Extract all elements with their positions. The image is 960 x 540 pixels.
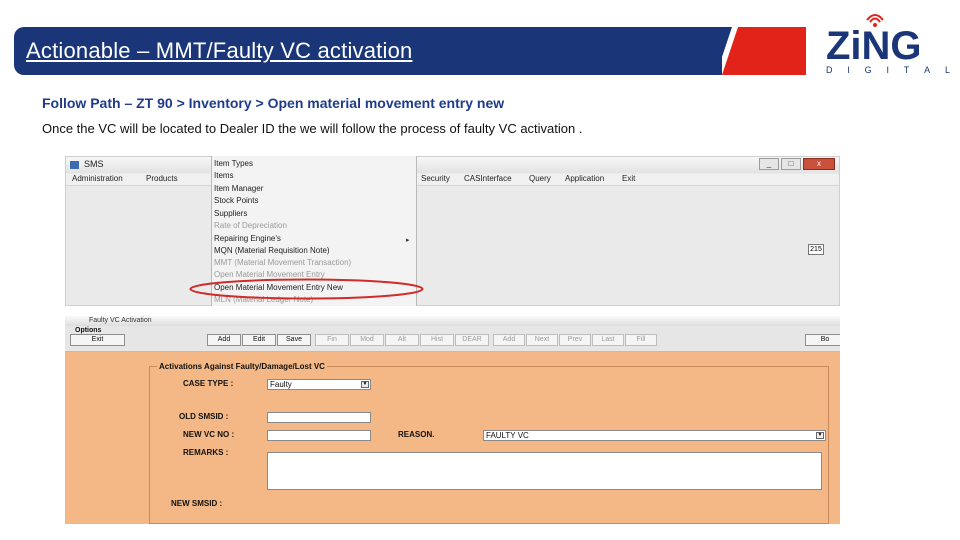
activation-form-box (149, 366, 829, 524)
faulty-vc-window-screenshot: Faulty VC Activation Options Exit Add Ed… (65, 316, 840, 524)
hist-button: Hist (420, 334, 454, 346)
app-icon (70, 161, 79, 169)
maximize-button[interactable]: □ (781, 158, 801, 170)
dropdown-item[interactable]: Suppliers (214, 209, 247, 218)
faulty-vc-window-title: Faulty VC Activation (89, 317, 152, 324)
case-type-label: CASE TYPE : (183, 379, 234, 388)
menu-administration[interactable]: Administration (72, 174, 123, 183)
save-button[interactable]: Save (277, 334, 311, 346)
menu-application[interactable]: Application (565, 174, 604, 183)
dropdown-item[interactable]: Stock Points (214, 196, 258, 205)
new-vc-no-label: NEW VC NO : (183, 430, 235, 439)
case-type-value: Faulty (270, 380, 292, 389)
remarks-textarea[interactable] (267, 452, 822, 490)
exit-button[interactable]: Exit (70, 334, 125, 346)
fill-button: Fill (625, 334, 657, 346)
minimize-button[interactable]: _ (759, 158, 779, 170)
new-smsid-label: NEW SMSID : (171, 499, 223, 508)
menu-products[interactable]: Products (146, 174, 178, 183)
old-smsid-label: OLD SMSID : (179, 412, 229, 421)
menu-casinterface[interactable]: CASInterface (464, 174, 512, 183)
old-smsid-input[interactable] (267, 412, 371, 423)
remarks-label: REMARKS : (183, 448, 229, 457)
description-text: Once the VC will be located to Dealer ID… (42, 121, 583, 136)
sms-window-screenshot: SMS _ □ x Administration Products Securi… (65, 156, 840, 306)
logo-letter: I (886, 65, 889, 75)
dropdown-item[interactable]: Repairing Engine's (214, 234, 281, 243)
sms-titlebar: SMS _ □ x (66, 157, 839, 173)
add2-button: Add (493, 334, 525, 346)
options-label: Options (75, 327, 102, 334)
chevron-down-icon: ▼ (816, 432, 824, 439)
highlight-ellipse (189, 278, 424, 300)
logo-letter: A (924, 65, 931, 75)
dropdown-item[interactable]: Item Types (214, 159, 253, 168)
find-button: Fin (315, 334, 349, 346)
next-button: Next (526, 334, 558, 346)
menu-security[interactable]: Security (421, 174, 450, 183)
mod-button: Mod (350, 334, 384, 346)
zing-logo-text: ZiNG (826, 24, 922, 68)
red-stripe-decoration (722, 27, 806, 75)
faulty-vc-titlebar: Faulty VC Activation (65, 316, 840, 326)
dropdown-item: Rate of Depreciation (214, 221, 287, 230)
dropdown-item: MMT (Material Movement Transaction) (214, 258, 352, 267)
alt-button: Alt (385, 334, 419, 346)
dear-button: DEAR (455, 334, 489, 346)
dropdown-item[interactable]: Items (214, 171, 234, 180)
bo-button[interactable]: Bo (805, 334, 840, 346)
logo-letter: G (864, 65, 872, 75)
logo-letter: D (826, 65, 833, 75)
prev-button: Prev (559, 334, 591, 346)
options-toolbar: Options Exit Add Edit Save Fin Mod Alt H… (65, 326, 840, 352)
add-button[interactable]: Add (207, 334, 241, 346)
close-button[interactable]: x (803, 158, 835, 170)
logo-letter: I (847, 65, 850, 75)
sms-field[interactable]: 215 (808, 244, 824, 255)
last-button: Last (592, 334, 624, 346)
logo-letter: L (944, 65, 950, 75)
digital-subtitle: D I G I T A L (826, 65, 950, 75)
follow-path-text: Follow Path – ZT 90 > Inventory > Open m… (42, 95, 505, 111)
new-vc-no-input[interactable] (267, 430, 371, 441)
submenu-arrow-icon: ▸ (406, 237, 410, 244)
reason-select[interactable]: FAULTY VC ▼ (483, 430, 826, 441)
case-type-select[interactable]: Faulty ▼ (267, 379, 371, 390)
dropdown-item[interactable]: MQN (Material Requisition Note) (214, 246, 330, 255)
reason-value: FAULTY VC (486, 431, 529, 440)
edit-button[interactable]: Edit (242, 334, 276, 346)
reason-label: REASON. (398, 430, 435, 439)
logo-letter: T (903, 65, 910, 75)
sms-window-title: SMS (84, 159, 104, 169)
chevron-down-icon: ▼ (361, 381, 369, 388)
sms-menubar: Administration Products Security CASInte… (66, 174, 839, 186)
dropdown-item[interactable]: Item Manager (214, 184, 263, 193)
menu-exit[interactable]: Exit (622, 174, 635, 183)
form-title: Activations Against Faulty/Damage/Lost V… (157, 362, 327, 371)
page-title: Actionable – MMT/Faulty VC activation (26, 38, 413, 63)
menu-query[interactable]: Query (529, 174, 551, 183)
